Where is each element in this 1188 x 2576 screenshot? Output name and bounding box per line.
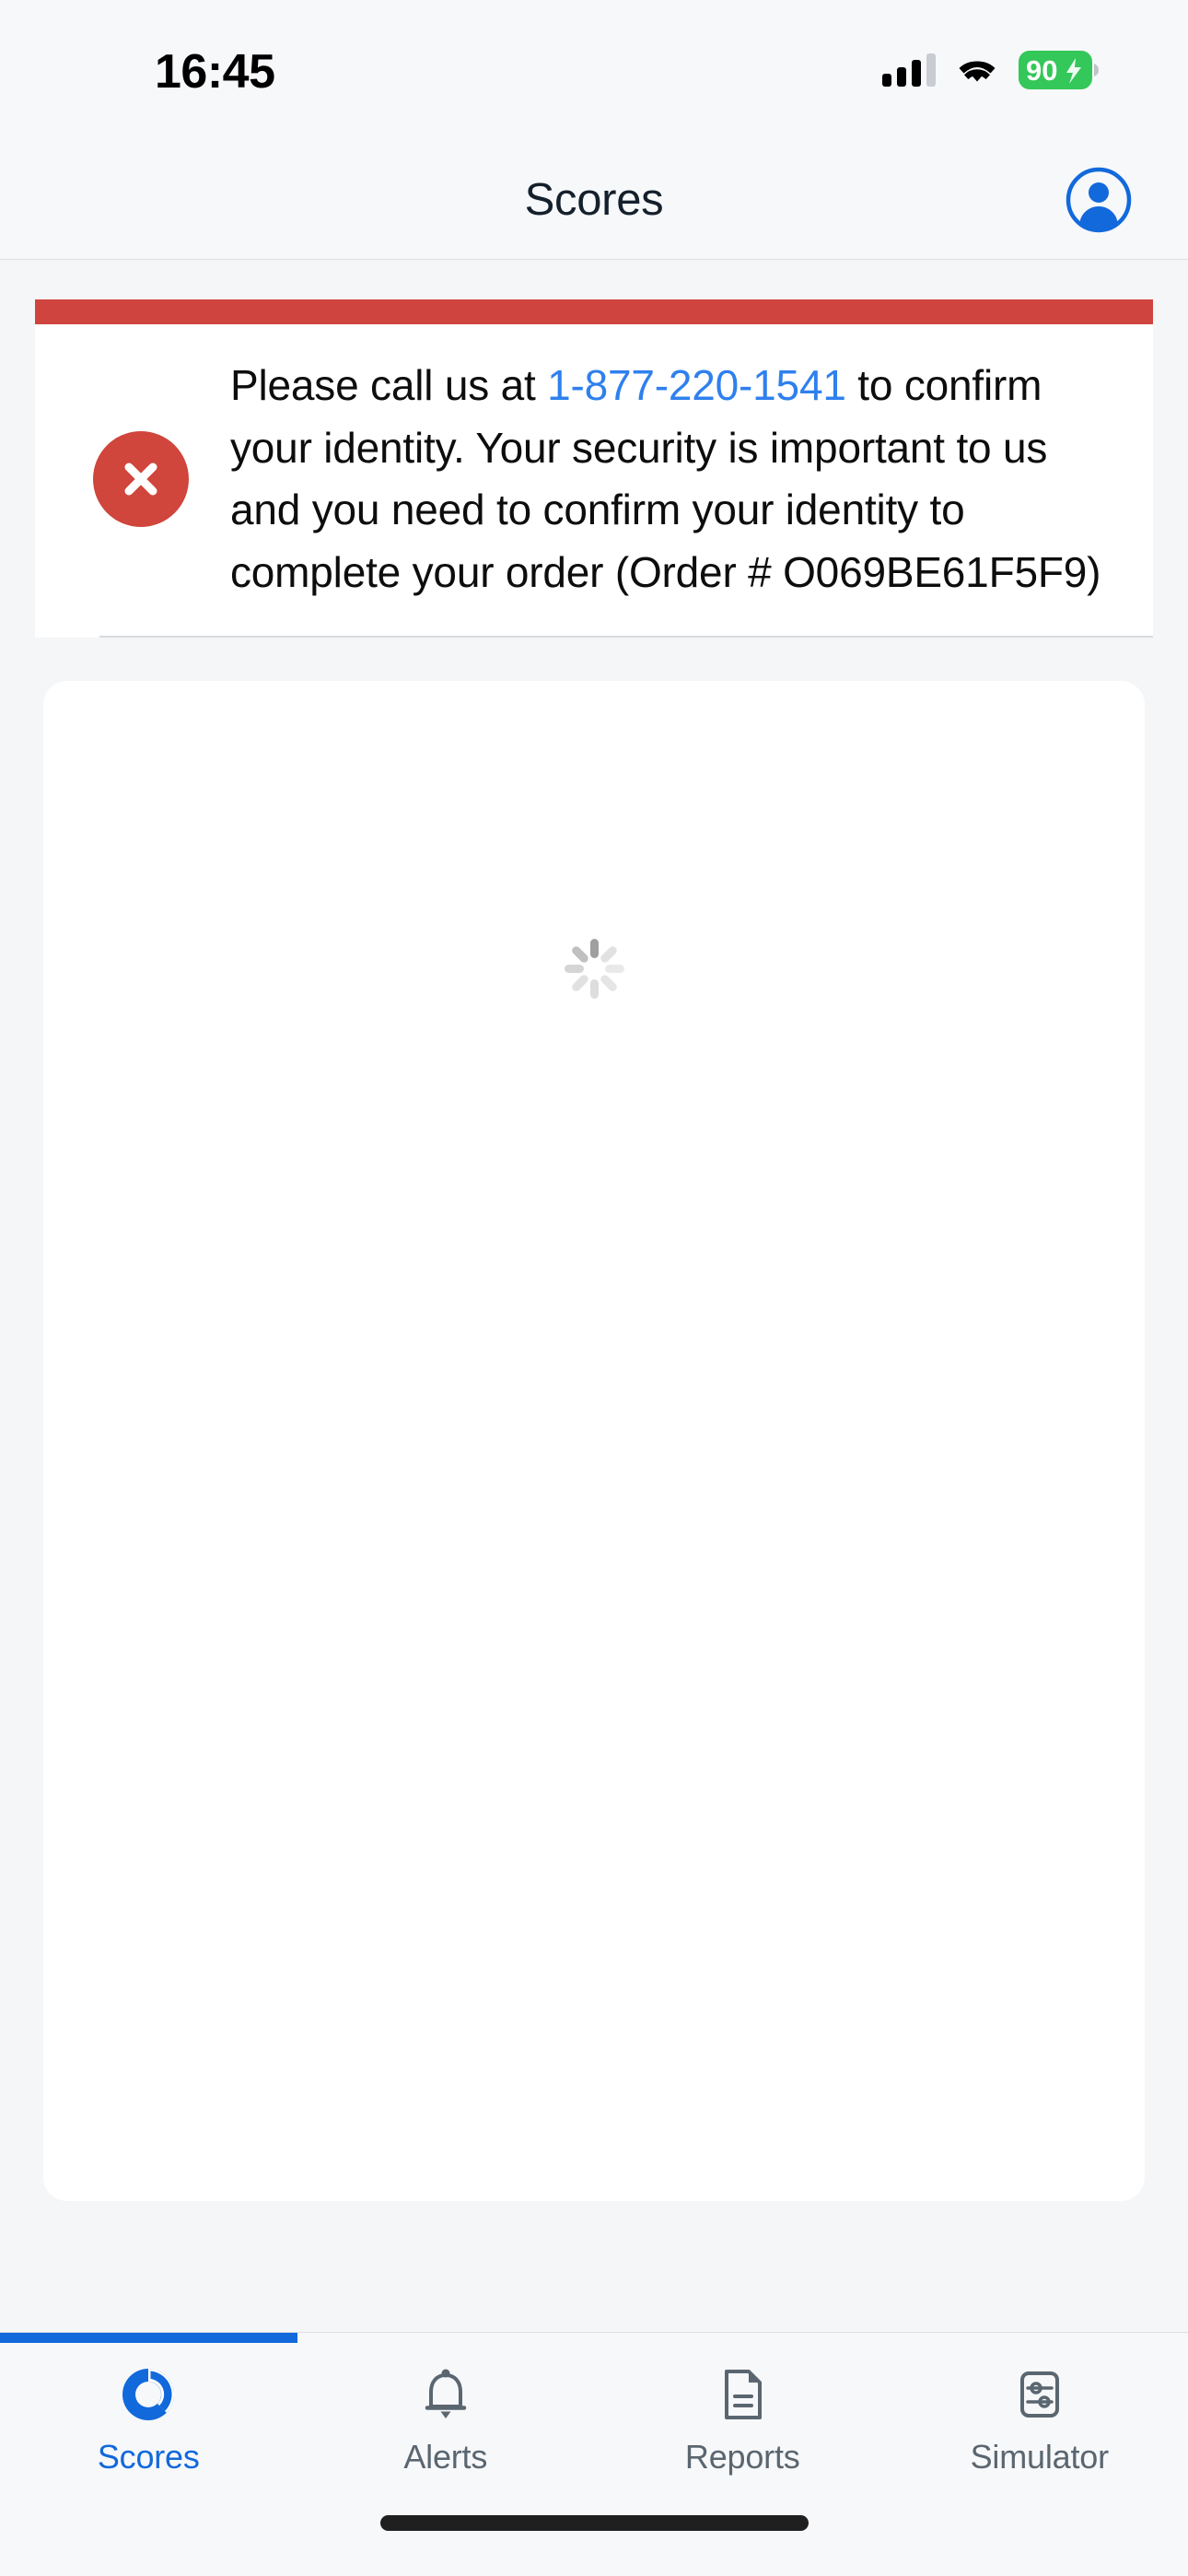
page-progress-fill	[0, 2333, 297, 2343]
tab-label-simulator: Simulator	[970, 2438, 1109, 2476]
wifi-icon	[959, 61, 996, 82]
svg-text:90: 90	[1026, 54, 1057, 87]
app-root: 16:45 90 Scores Please call us at 1-877-…	[0, 0, 1188, 2576]
scores-loading-card	[43, 681, 1145, 2202]
main-content: Please call us at 1-877-220-1541 to conf…	[0, 260, 1188, 2332]
loading-spinner-icon	[564, 938, 624, 999]
home-indicator-area	[0, 2499, 1188, 2576]
tab-label-alerts: Alerts	[403, 2438, 488, 2476]
bell-icon	[417, 2364, 474, 2425]
tab-bar-container: Scores Alerts Reports Simulator	[0, 2332, 1188, 2499]
nav-header: Scores	[0, 140, 1188, 260]
tab-label-scores: Scores	[97, 2438, 200, 2476]
status-bar: 16:45 90	[0, 0, 1188, 140]
error-message: Please call us at 1-877-220-1541 to conf…	[230, 355, 1116, 603]
tab-label-reports: Reports	[684, 2438, 800, 2476]
home-indicator[interactable]	[379, 2515, 809, 2531]
error-banner-body: Please call us at 1-877-220-1541 to conf…	[35, 324, 1153, 638]
error-icon-container	[90, 431, 192, 528]
error-banner-accent-bar	[35, 299, 1153, 324]
account-circle-icon[interactable]	[1063, 164, 1135, 236]
error-circle-x-icon	[93, 431, 189, 528]
tab-alerts[interactable]: Alerts	[297, 2342, 595, 2499]
support-phone-link[interactable]: 1-877-220-1541	[547, 361, 846, 409]
tab-bar: Scores Alerts Reports Simulator	[0, 2333, 1188, 2499]
tab-scores[interactable]: Scores	[0, 2342, 297, 2499]
tab-reports[interactable]: Reports	[594, 2342, 891, 2499]
battery-icon: 90	[1019, 51, 1100, 89]
status-bar-icons: 90	[882, 49, 1100, 91]
page-progress-bar	[0, 2333, 1188, 2343]
document-icon	[714, 2364, 771, 2425]
cellular-signal-icon	[882, 53, 936, 87]
tab-simulator[interactable]: Simulator	[891, 2342, 1188, 2499]
gauge-score-icon	[120, 2364, 177, 2425]
page-title: Scores	[524, 174, 664, 225]
error-banner: Please call us at 1-877-220-1541 to conf…	[35, 299, 1153, 638]
sliders-icon	[1011, 2364, 1068, 2425]
error-message-lead: Please call us at	[230, 361, 548, 409]
status-bar-time: 16:45	[155, 45, 275, 99]
